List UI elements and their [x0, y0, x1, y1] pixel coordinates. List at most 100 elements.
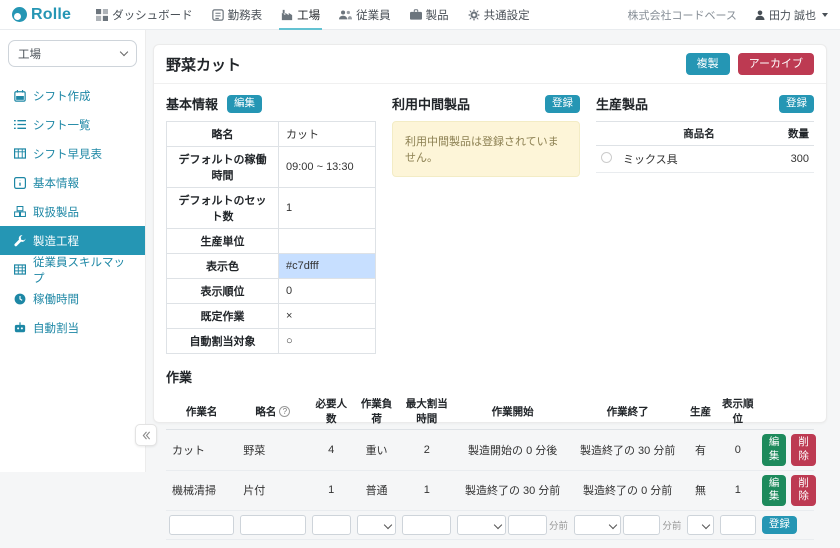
sidebar-item-basic-info[interactable]: 基本情報 — [6, 168, 139, 197]
start-reference-select[interactable] — [457, 515, 506, 535]
edit-task-button[interactable]: 編集 — [762, 475, 787, 506]
production-select[interactable] — [687, 515, 713, 535]
edit-basic-info-button[interactable]: 編集 — [227, 95, 262, 113]
sidebar-item-label: 自動割当 — [33, 320, 79, 336]
new-task-row: 分前 分前 — [166, 510, 814, 539]
sidebar-item-manufacturing-process[interactable]: 製造工程 — [0, 226, 145, 255]
delete-task-button[interactable]: 削除 — [791, 434, 816, 465]
production-products-section: 生産製品 登録 商品名 数量 ミックス具 — [596, 94, 814, 354]
help-icon[interactable]: ? — [279, 406, 290, 417]
calendar-icon — [14, 90, 26, 102]
nav-label: 共通設定 — [484, 7, 530, 23]
intermediate-products-section: 利用中間製品 登録 利用中間製品は登録されていません。 — [392, 94, 580, 354]
delete-task-button[interactable]: 削除 — [791, 475, 816, 506]
boxes-icon — [14, 206, 26, 217]
intermediate-empty-alert: 利用中間製品は登録されていません。 — [392, 121, 580, 177]
sidebar-item-label: シフト早見表 — [33, 146, 102, 162]
sidebar-item-shift-list[interactable]: シフト一覧 — [6, 110, 139, 139]
user-menu[interactable]: 田力 誠也 — [755, 7, 828, 23]
sidebar-item-shift-quick-table[interactable]: シフト早見表 — [6, 139, 139, 168]
product-qty: 300 — [780, 146, 814, 173]
tasks-section: 作業 作業名 略名? 必要人数 作業負荷 最大割当時間 — [166, 367, 814, 540]
edit-task-button[interactable]: 編集 — [762, 434, 787, 465]
workload-select[interactable] — [357, 515, 396, 535]
column-header-product-name: 商品名 — [618, 122, 780, 146]
top-navbar: Rolle ダッシュボード 勤務表 工場 従業員 製品 共通設定 株式会社コード… — [0, 0, 840, 30]
clock-icon — [14, 293, 26, 305]
nav-label: 製品 — [426, 7, 449, 23]
company-name: 株式会社コードベース — [627, 7, 736, 23]
table-row: 表示順位0 — [167, 279, 376, 304]
table-row: デフォルトの稼働時間09:00 ~ 13:30 — [167, 147, 376, 188]
sidebar-item-label: 従業員スキルマップ — [33, 254, 131, 286]
column-header: 最大割当時間 — [399, 393, 454, 430]
table-row: 生産単位 — [167, 229, 376, 254]
basic-info-heading: 基本情報 — [166, 94, 218, 113]
column-header-qty: 数量 — [780, 122, 814, 146]
employees-icon — [339, 9, 352, 20]
column-header: 作業終了 — [571, 393, 684, 430]
factory-select[interactable]: 工場 — [8, 40, 137, 67]
brand[interactable]: Rolle — [12, 6, 71, 24]
double-chevron-left-icon — [142, 431, 151, 440]
nav-item-factory[interactable]: 工場 — [279, 0, 322, 30]
column-header: 生産 — [684, 393, 716, 430]
nav-label: 従業員 — [356, 7, 391, 23]
nav-item-timesheet[interactable]: 勤務表 — [210, 0, 265, 30]
robot-icon — [14, 322, 26, 333]
table-row: 略名カット — [167, 122, 376, 147]
start-minutes-input[interactable] — [508, 515, 547, 535]
process-detail-card: 野菜カット 複製 アーカイブ 基本情報 編集 略名カット — [153, 44, 827, 423]
display-order-input[interactable] — [720, 515, 756, 535]
sidebar-item-shift-create[interactable]: シフト作成 — [6, 81, 139, 110]
list-icon — [14, 119, 26, 130]
required-people-input[interactable] — [312, 515, 351, 535]
column-header: 必要人数 — [309, 393, 354, 430]
table-row: 機械清掃 片付 1 普通 1 製造終了の 30 分前 製造終了の 0 分前 無 … — [166, 470, 814, 510]
table-row: 自動割当対象○ — [167, 329, 376, 354]
nav-item-products[interactable]: 製品 — [408, 0, 451, 30]
nav-item-dashboard[interactable]: ダッシュボード — [94, 0, 195, 30]
task-name-input[interactable] — [169, 515, 234, 535]
dashboard-icon — [96, 9, 108, 21]
sidebar-item-skill-map[interactable]: 従業員スキルマップ — [6, 255, 139, 284]
nav-label: 勤務表 — [228, 7, 263, 23]
register-intermediate-button[interactable]: 登録 — [545, 95, 580, 113]
end-reference-select[interactable] — [574, 515, 621, 535]
column-header: 表示順位 — [717, 393, 759, 430]
sidebar-item-handled-products[interactable]: 取扱製品 — [6, 197, 139, 226]
basic-info-section: 基本情報 編集 略名カット デフォルトの稼働時間09:00 ~ 13:30 デフ… — [166, 94, 376, 354]
sidebar-item-label: 製造工程 — [33, 233, 79, 249]
max-assign-time-input[interactable] — [402, 515, 451, 535]
table-row: カット 野菜 4 重い 2 製造開始の 0 分後 製造終了の 30 分前 有 0 — [166, 430, 814, 470]
end-minutes-input[interactable] — [623, 515, 660, 535]
register-task-button[interactable]: 登録 — [762, 516, 797, 534]
nav-item-settings[interactable]: 共通設定 — [466, 0, 532, 30]
sidebar-collapse-button[interactable] — [135, 424, 157, 446]
products-icon — [410, 9, 422, 20]
table-row: デフォルトのセット数1 — [167, 188, 376, 229]
register-product-button[interactable]: 登録 — [779, 95, 814, 113]
production-products-table: 商品名 数量 ミックス具 300 — [596, 121, 814, 173]
sidebar-item-label: 取扱製品 — [33, 204, 79, 220]
brand-name: Rolle — [31, 6, 71, 24]
caret-down-icon — [822, 13, 828, 17]
archive-button[interactable]: アーカイブ — [738, 53, 814, 75]
duplicate-button[interactable]: 複製 — [686, 53, 730, 75]
nav-item-employees[interactable]: 従業員 — [337, 0, 393, 30]
table-icon — [14, 148, 26, 159]
sidebar-item-operating-hours[interactable]: 稼働時間 — [6, 284, 139, 313]
table-row: 表示色#c7dfff — [167, 254, 376, 279]
table-row: 既定作業× — [167, 304, 376, 329]
factory-icon — [281, 9, 293, 21]
sidebar-item-auto-assign[interactable]: 自動割当 — [6, 313, 139, 342]
end-minutes-suffix: 分前 — [662, 518, 681, 532]
column-header: 作業名 — [166, 393, 237, 430]
nav-label: ダッシュボード — [112, 7, 193, 23]
sidebar-item-label: シフト一覧 — [33, 117, 91, 133]
rolle-logo-icon — [12, 7, 27, 22]
task-short-name-input[interactable] — [240, 515, 305, 535]
product-radio[interactable] — [601, 152, 612, 163]
factory-select-label: 工場 — [18, 46, 41, 62]
tasks-table: 作業名 略名? 必要人数 作業負荷 最大割当時間 作業開始 作業終了 生産 表示… — [166, 393, 814, 540]
